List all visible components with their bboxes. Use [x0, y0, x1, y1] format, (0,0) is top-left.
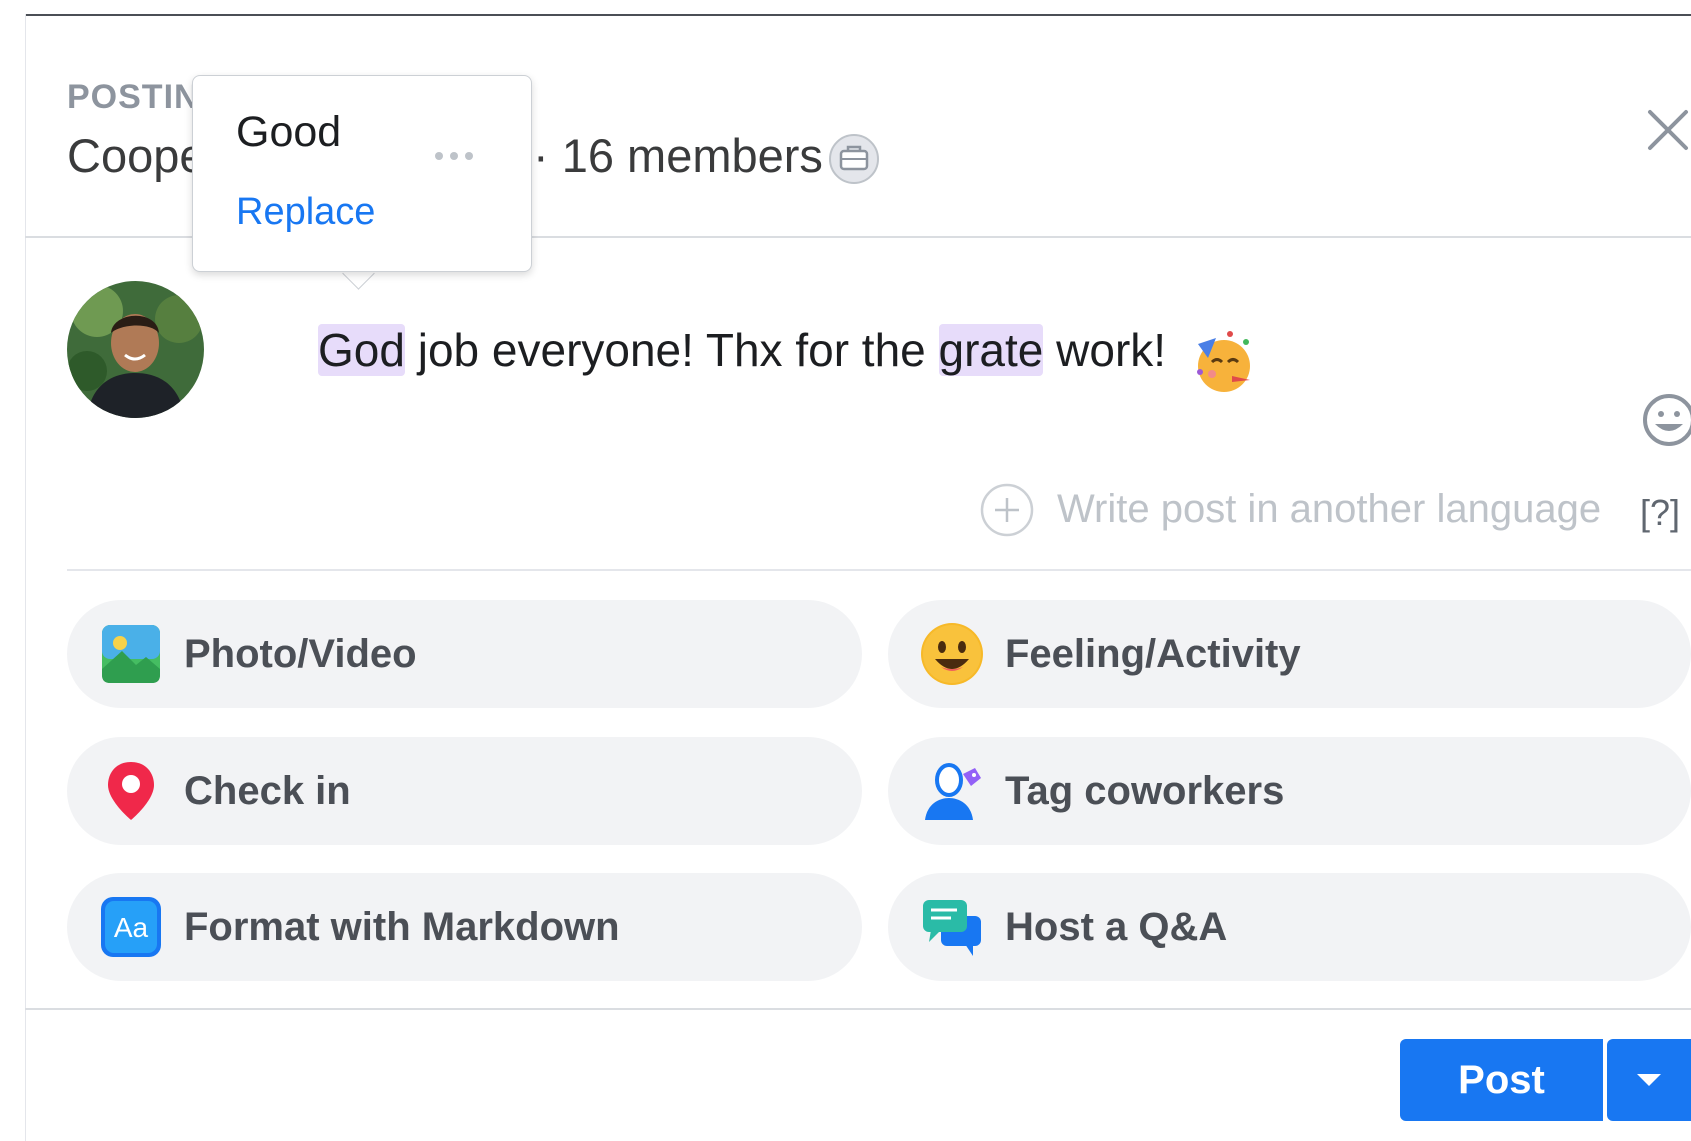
- footer-divider: [25, 1008, 1691, 1010]
- replace-link[interactable]: Replace: [236, 191, 375, 234]
- host-qa-button[interactable]: Host a Q&A: [888, 873, 1691, 981]
- avatar[interactable]: [67, 281, 204, 418]
- feeling-activity-button[interactable]: Feeling/Activity: [888, 600, 1691, 708]
- composer-divider: [67, 569, 1691, 571]
- photo-video-button[interactable]: Photo/Video: [67, 600, 862, 708]
- close-icon[interactable]: [1644, 106, 1691, 154]
- post-button[interactable]: Post: [1400, 1039, 1603, 1121]
- photo-video-icon: [102, 625, 160, 683]
- feeling-activity-label: Feeling/Activity: [1005, 631, 1301, 676]
- emoji-picker-icon[interactable]: [1641, 392, 1691, 448]
- tag-coworkers-icon: [925, 763, 981, 820]
- write-in-another-language-link[interactable]: Write post in another language: [1057, 487, 1601, 532]
- posting-in-caption: POSTIN: [67, 78, 200, 116]
- post-text-input[interactable]: God job everyone! Thx for the grate work…: [318, 323, 1166, 377]
- photo-video-label: Photo/Video: [184, 631, 417, 676]
- window-left-border: [25, 14, 26, 1141]
- more-options-icon[interactable]: [431, 148, 477, 164]
- member-count: · 16 members: [533, 129, 823, 182]
- window-top-border: [25, 14, 1691, 16]
- check-in-label: Check in: [184, 768, 351, 813]
- post-text-segment: job everyone! Thx for the: [404, 324, 939, 376]
- post-options-button[interactable]: [1607, 1039, 1691, 1121]
- misspelled-word[interactable]: grate: [938, 324, 1044, 376]
- format-markdown-label: Format with Markdown: [184, 904, 620, 949]
- markdown-icon: Aa: [101, 897, 161, 957]
- post-text-segment: work!: [1043, 324, 1167, 376]
- tag-coworkers-label: Tag coworkers: [1005, 768, 1285, 813]
- location-pin-icon: [108, 762, 154, 820]
- add-language-icon[interactable]: [979, 482, 1035, 538]
- work-group-icon: [829, 134, 879, 184]
- format-markdown-button[interactable]: Aa Format with Markdown: [67, 873, 862, 981]
- feeling-emoji-icon: [921, 623, 983, 685]
- host-qa-label: Host a Q&A: [1005, 904, 1228, 949]
- spelling-suggestion-popup: Good Replace: [192, 75, 532, 272]
- group-name[interactable]: Coope: [67, 128, 206, 183]
- misspelled-word[interactable]: God: [318, 324, 405, 376]
- check-in-button[interactable]: Check in: [67, 737, 862, 845]
- qa-chat-icon: [923, 900, 981, 956]
- language-help-link[interactable]: [?]: [1640, 492, 1680, 534]
- svg-text:Aa: Aa: [114, 912, 149, 943]
- spelling-suggestion[interactable]: Good: [236, 108, 341, 157]
- chevron-down-icon: [1637, 1074, 1661, 1086]
- tag-coworkers-button[interactable]: Tag coworkers: [888, 737, 1691, 845]
- party-face-emoji-icon: [1197, 331, 1250, 392]
